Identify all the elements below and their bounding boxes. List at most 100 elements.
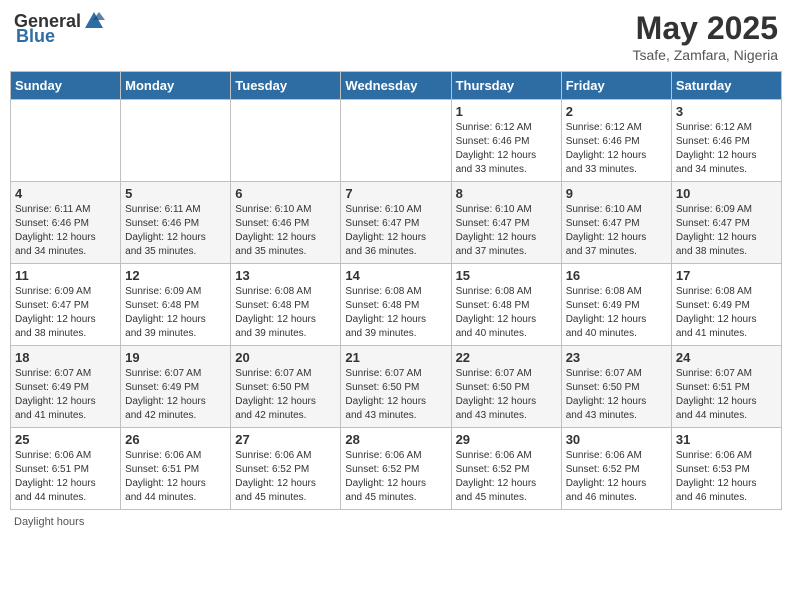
day-number: 25 <box>15 432 116 447</box>
calendar-week-row: 1 Sunrise: 6:12 AM Sunset: 6:46 PM Daylig… <box>11 100 782 182</box>
calendar-week-row: 25 Sunrise: 6:06 AM Sunset: 6:51 PM Dayli… <box>11 428 782 510</box>
page-header: General Blue May 2025 Tsafe, Zamfara, Ni… <box>10 10 782 63</box>
day-number: 10 <box>676 186 777 201</box>
calendar-cell <box>11 100 121 182</box>
day-number: 6 <box>235 186 336 201</box>
day-number: 19 <box>125 350 226 365</box>
day-number: 9 <box>566 186 667 201</box>
day-number: 14 <box>345 268 446 283</box>
day-info: Sunrise: 6:10 AM Sunset: 6:46 PM Dayligh… <box>235 203 336 259</box>
day-number: 29 <box>456 432 557 447</box>
day-number: 16 <box>566 268 667 283</box>
calendar-cell: 5Sunrise: 6:11 AM Sunset: 6:46 PM Daylig… <box>121 182 231 264</box>
day-info: Sunrise: 6:11 AM Sunset: 6:46 PM Dayligh… <box>15 203 116 259</box>
calendar-cell: 30 Sunrise: 6:06 AM Sunset: 6:52 PM Dayli… <box>561 428 671 510</box>
day-info: Sunrise: 6:07 AM Sunset: 6:50 PM Dayligh… <box>235 367 336 423</box>
calendar-day-header: Friday <box>561 72 671 100</box>
calendar-day-header: Saturday <box>671 72 781 100</box>
day-info: Sunrise: 6:06 AM Sunset: 6:51 PM Dayligh… <box>125 449 226 505</box>
calendar-cell: 16Sunrise: 6:08 AM Sunset: 6:49 PM Dayli… <box>561 264 671 346</box>
day-info: Sunrise: 6:08 AM Sunset: 6:49 PM Dayligh… <box>676 285 777 341</box>
calendar-day-header: Wednesday <box>341 72 451 100</box>
calendar-cell: 15Sunrise: 6:08 AM Sunset: 6:48 PM Dayli… <box>451 264 561 346</box>
day-info: Sunrise: 6:08 AM Sunset: 6:48 PM Dayligh… <box>345 285 446 341</box>
calendar-cell: 22Sunrise: 6:07 AM Sunset: 6:50 PM Dayli… <box>451 346 561 428</box>
day-info: Sunrise: 6:12 AM Sunset: 6:46 PM Dayligh… <box>676 121 777 177</box>
calendar-cell: 8 Sunrise: 6:10 AM Sunset: 6:47 PM Daylig… <box>451 182 561 264</box>
day-number: 26 <box>125 432 226 447</box>
day-number: 7 <box>345 186 446 201</box>
day-info: Sunrise: 6:07 AM Sunset: 6:51 PM Dayligh… <box>676 367 777 423</box>
title-area: May 2025 Tsafe, Zamfara, Nigeria <box>633 10 779 63</box>
daylight-hours-label: Daylight hours <box>14 516 84 528</box>
calendar-cell: 18Sunrise: 6:07 AM Sunset: 6:49 PM Dayli… <box>11 346 121 428</box>
calendar-cell <box>341 100 451 182</box>
calendar-cell: 4Sunrise: 6:11 AM Sunset: 6:46 PM Daylig… <box>11 182 121 264</box>
calendar-cell <box>121 100 231 182</box>
calendar-cell: 10 Sunrise: 6:09 AM Sunset: 6:47 PM Dayli… <box>671 182 781 264</box>
footer: Daylight hours <box>10 516 782 528</box>
calendar-cell: 27 Sunrise: 6:06 AM Sunset: 6:52 PM Dayli… <box>231 428 341 510</box>
day-number: 22 <box>456 350 557 365</box>
day-info: Sunrise: 6:06 AM Sunset: 6:53 PM Dayligh… <box>676 449 777 505</box>
calendar-cell: 6 Sunrise: 6:10 AM Sunset: 6:46 PM Daylig… <box>231 182 341 264</box>
day-number: 23 <box>566 350 667 365</box>
day-info: Sunrise: 6:06 AM Sunset: 6:52 PM Dayligh… <box>235 449 336 505</box>
calendar-cell: 23 Sunrise: 6:07 AM Sunset: 6:50 PM Dayli… <box>561 346 671 428</box>
day-number: 13 <box>235 268 336 283</box>
day-number: 27 <box>235 432 336 447</box>
day-number: 1 <box>456 104 557 119</box>
calendar-cell: 28 Sunrise: 6:06 AM Sunset: 6:52 PM Dayli… <box>341 428 451 510</box>
calendar-day-header: Sunday <box>11 72 121 100</box>
logo-blue: Blue <box>16 26 55 47</box>
calendar-day-header: Monday <box>121 72 231 100</box>
day-number: 8 <box>456 186 557 201</box>
calendar-day-header: Thursday <box>451 72 561 100</box>
day-info: Sunrise: 6:08 AM Sunset: 6:48 PM Dayligh… <box>456 285 557 341</box>
day-number: 21 <box>345 350 446 365</box>
calendar-cell: 24 Sunrise: 6:07 AM Sunset: 6:51 PM Dayli… <box>671 346 781 428</box>
calendar-cell: 26 Sunrise: 6:06 AM Sunset: 6:51 PM Dayli… <box>121 428 231 510</box>
calendar-cell: 29 Sunrise: 6:06 AM Sunset: 6:52 PM Dayli… <box>451 428 561 510</box>
calendar-day-header: Tuesday <box>231 72 341 100</box>
calendar-cell: 1Sunrise: 6:12 AM Sunset: 6:46 PM Daylig… <box>451 100 561 182</box>
day-info: Sunrise: 6:07 AM Sunset: 6:49 PM Dayligh… <box>15 367 116 423</box>
calendar-week-row: 4Sunrise: 6:11 AM Sunset: 6:46 PM Daylig… <box>11 182 782 264</box>
day-info: Sunrise: 6:10 AM Sunset: 6:47 PM Dayligh… <box>456 203 557 259</box>
calendar-cell: 17 Sunrise: 6:08 AM Sunset: 6:49 PM Dayli… <box>671 264 781 346</box>
calendar-cell: 19 Sunrise: 6:07 AM Sunset: 6:49 PM Dayli… <box>121 346 231 428</box>
day-number: 12 <box>125 268 226 283</box>
day-info: Sunrise: 6:06 AM Sunset: 6:52 PM Dayligh… <box>566 449 667 505</box>
day-number: 30 <box>566 432 667 447</box>
day-info: Sunrise: 6:07 AM Sunset: 6:50 PM Dayligh… <box>566 367 667 423</box>
day-number: 17 <box>676 268 777 283</box>
calendar-week-row: 11Sunrise: 6:09 AM Sunset: 6:47 PM Dayli… <box>11 264 782 346</box>
day-info: Sunrise: 6:08 AM Sunset: 6:48 PM Dayligh… <box>235 285 336 341</box>
day-number: 2 <box>566 104 667 119</box>
calendar-table: SundayMondayTuesdayWednesdayThursdayFrid… <box>10 71 782 510</box>
calendar-cell <box>231 100 341 182</box>
month-title: May 2025 <box>633 10 779 47</box>
day-info: Sunrise: 6:11 AM Sunset: 6:46 PM Dayligh… <box>125 203 226 259</box>
day-info: Sunrise: 6:07 AM Sunset: 6:49 PM Dayligh… <box>125 367 226 423</box>
calendar-cell: 3Sunrise: 6:12 AM Sunset: 6:46 PM Daylig… <box>671 100 781 182</box>
calendar-cell: 9 Sunrise: 6:10 AM Sunset: 6:47 PM Daylig… <box>561 182 671 264</box>
day-info: Sunrise: 6:09 AM Sunset: 6:47 PM Dayligh… <box>676 203 777 259</box>
day-number: 28 <box>345 432 446 447</box>
day-info: Sunrise: 6:12 AM Sunset: 6:46 PM Dayligh… <box>566 121 667 177</box>
day-info: Sunrise: 6:06 AM Sunset: 6:51 PM Dayligh… <box>15 449 116 505</box>
logo-icon <box>83 10 105 32</box>
day-info: Sunrise: 6:10 AM Sunset: 6:47 PM Dayligh… <box>345 203 446 259</box>
day-number: 24 <box>676 350 777 365</box>
day-number: 31 <box>676 432 777 447</box>
day-info: Sunrise: 6:06 AM Sunset: 6:52 PM Dayligh… <box>456 449 557 505</box>
day-info: Sunrise: 6:10 AM Sunset: 6:47 PM Dayligh… <box>566 203 667 259</box>
calendar-cell: 7 Sunrise: 6:10 AM Sunset: 6:47 PM Daylig… <box>341 182 451 264</box>
calendar-cell: 11Sunrise: 6:09 AM Sunset: 6:47 PM Dayli… <box>11 264 121 346</box>
calendar-cell: 20Sunrise: 6:07 AM Sunset: 6:50 PM Dayli… <box>231 346 341 428</box>
calendar-header-row: SundayMondayTuesdayWednesdayThursdayFrid… <box>11 72 782 100</box>
calendar-cell: 31 Sunrise: 6:06 AM Sunset: 6:53 PM Dayli… <box>671 428 781 510</box>
logo: General Blue <box>14 10 105 47</box>
day-number: 11 <box>15 268 116 283</box>
day-info: Sunrise: 6:06 AM Sunset: 6:52 PM Dayligh… <box>345 449 446 505</box>
